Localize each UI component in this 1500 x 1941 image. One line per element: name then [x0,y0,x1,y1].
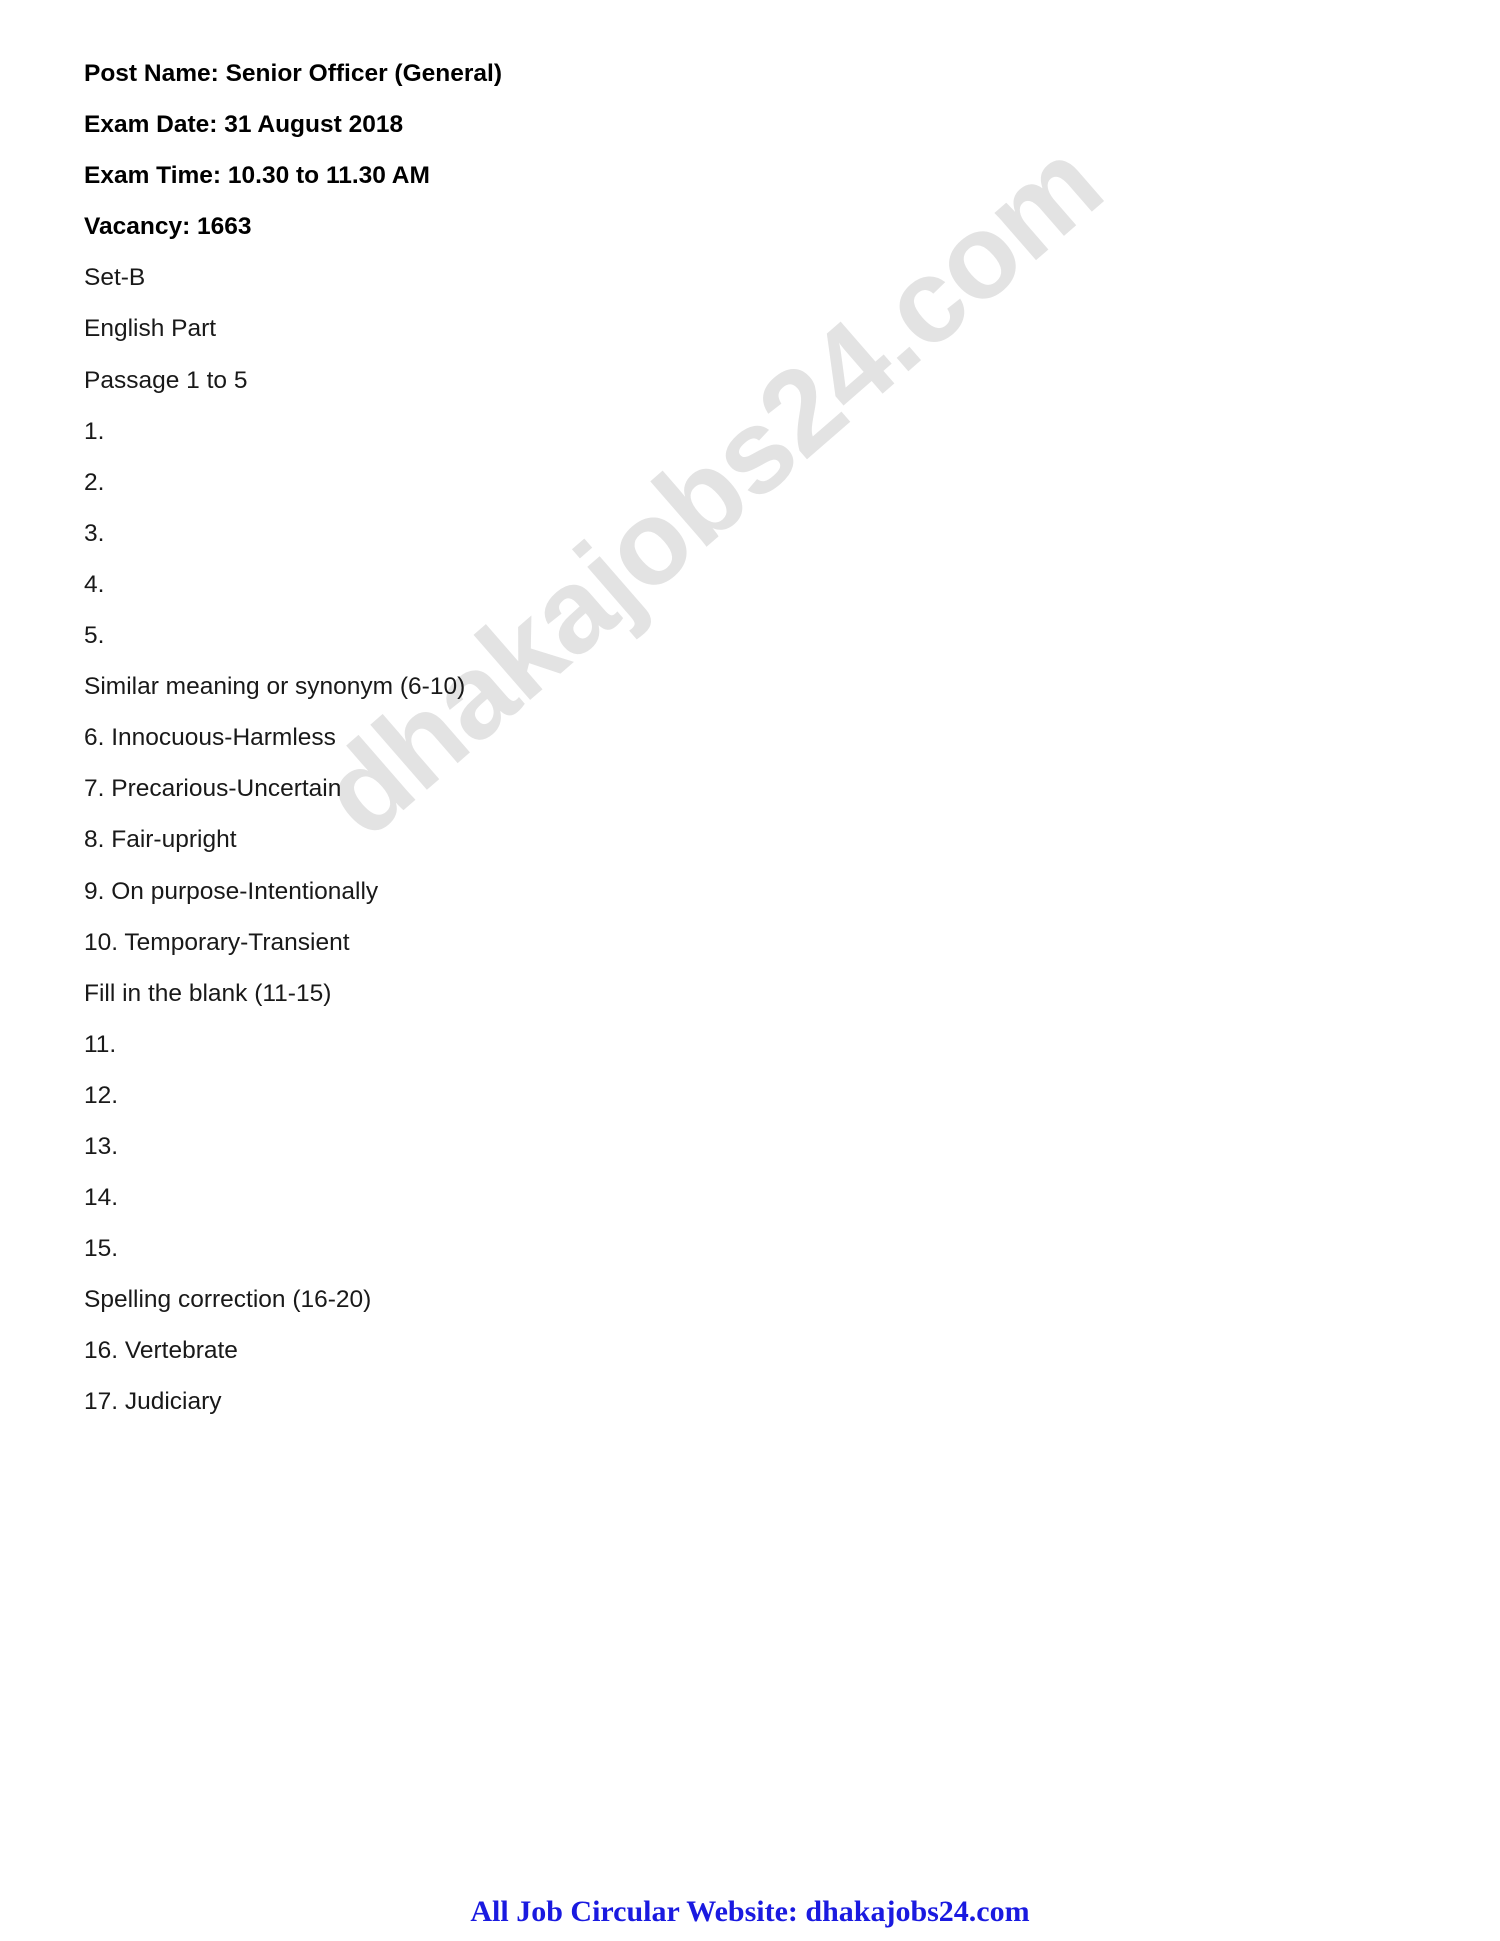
document-heading-line: Vacancy: 1663 [84,213,252,241]
document-heading-line: Post Name: Senior Officer (General) [84,60,502,87]
document-text-line: 6. Innocuous-Harmless [84,724,336,752]
document-text-line: 13. [84,1132,119,1160]
document-heading-line: Exam Date: 31 August 2018 [84,111,404,139]
document-text-line: 3. [84,519,105,547]
document-text-line: 4. [84,570,105,598]
document-text-line: 8. Fair-upright [84,826,237,854]
document-text-line: 10. Temporary-Transient [84,928,350,956]
document-text-line: English Part [84,315,217,343]
document-text-line: 7. Precarious-Uncertain [84,775,342,803]
document-text-line: 17. Judiciary [84,1388,222,1416]
document-text-line: Spelling correction (16-20) [84,1286,372,1314]
footer-website-label: All Job Circular Website: dhakajobs24.co… [470,1895,1030,1928]
document-text-line: 12. [84,1081,119,1109]
document-text-line: 9. On purpose-Intentionally [84,877,379,905]
document-text-line: Passage 1 to 5 [84,366,248,394]
document-text-line: 11. [84,1030,117,1058]
document-text-line: Similar meaning or synonym (6-10) [84,673,466,701]
document-text-line: 14. [84,1184,119,1212]
document-text-line: 1. [84,417,105,445]
page-footer: All Job Circular Website: dhakajobs24.co… [0,1895,1500,1929]
document-text-line: Set-B [84,264,146,292]
document-heading-line: Exam Time: 10.30 to 11.30 AM [84,162,430,190]
document-text-line: 16. Vertebrate [84,1337,238,1365]
document-text-line: Fill in the blank (11-15) [84,979,332,1007]
document-text-line: 5. [84,622,105,650]
document-page: dhakajobs24.com Post Name: Senior Office… [0,0,1500,1941]
document-text-line: 2. [84,468,105,496]
document-body: Post Name: Senior Officer (General) Exam … [84,60,1204,1442]
document-text-line: 15. [84,1235,119,1263]
